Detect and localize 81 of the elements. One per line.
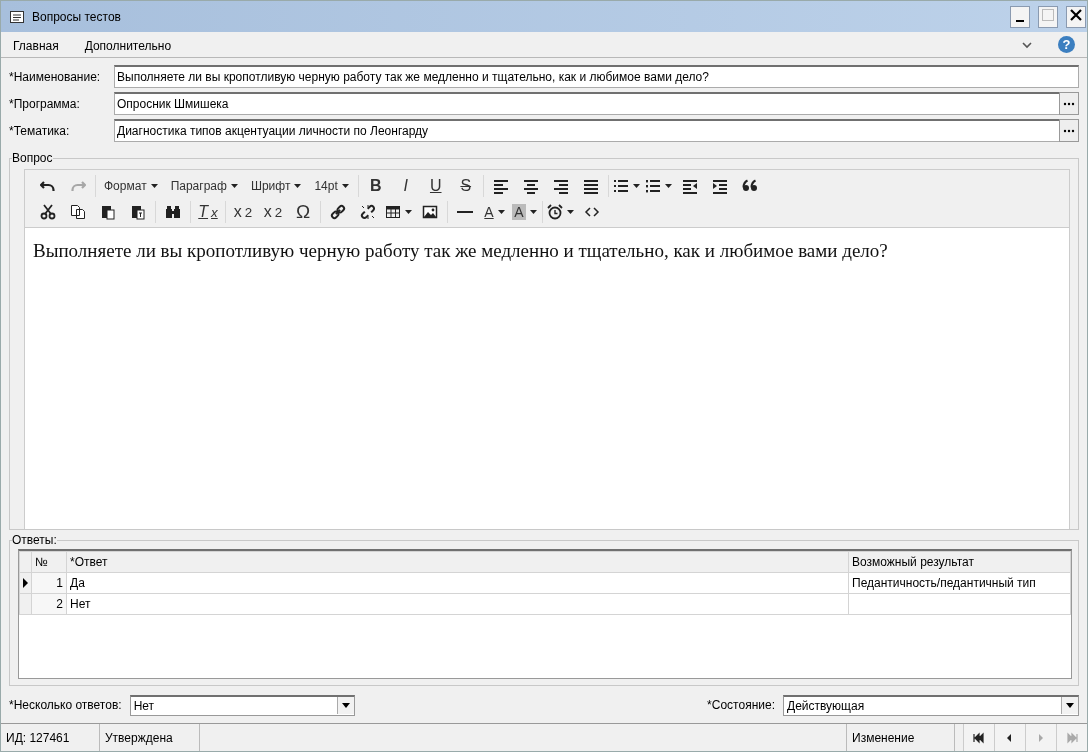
input-field[interactable]: Диагностика типов акцентуации личности по Леонгарду: [114, 119, 1059, 142]
undo-icon[interactable]: [40, 178, 56, 194]
caret-icon[interactable]: [293, 182, 303, 190]
close-button[interactable]: [1066, 5, 1086, 28]
field-label: *Наименование:: [9, 69, 102, 84]
caret-icon[interactable]: [340, 182, 350, 190]
window-title: Вопросы тестов: [32, 9, 122, 24]
blockquote-icon[interactable]: [741, 178, 758, 194]
minimize-button[interactable]: [1010, 5, 1030, 28]
justify-icon[interactable]: [582, 178, 599, 194]
minimize-icon: [1016, 19, 1024, 22]
scissors-icon[interactable]: [40, 204, 56, 220]
column-header[interactable]: Возможный результат: [848, 551, 1071, 573]
input-field[interactable]: Опросник Шмишека: [114, 92, 1059, 115]
help-button[interactable]: ?: [1058, 36, 1075, 53]
dropdown-arrow-icon: [1065, 702, 1075, 709]
column-header[interactable]: *Ответ: [66, 551, 849, 573]
close-icon: [1069, 7, 1083, 22]
align-center-icon[interactable]: [522, 178, 539, 194]
field-label: *Состояние:: [707, 698, 775, 712]
numbered-list-icon[interactable]: [644, 178, 661, 194]
field-label: *Тематика:: [9, 123, 71, 138]
field-label: *Программа:: [9, 96, 81, 111]
window-icon: [9, 8, 25, 25]
input-field[interactable]: Выполняете ли вы кропотливую черную работу так же медленно и тщательно, как и любимое вами дело?: [114, 65, 1079, 88]
alarm-clock-icon[interactable]: [547, 204, 563, 220]
browse-button[interactable]: [1059, 119, 1079, 142]
dropdown-field[interactable]: Нет: [129, 694, 355, 716]
copy-icon[interactable]: [70, 204, 86, 220]
caret-icon[interactable]: [528, 208, 538, 216]
dropdown-button[interactable]: 14pt: [308, 174, 356, 198]
record-id: ИД: 127461: [1, 724, 100, 751]
caret-icon[interactable]: [404, 208, 413, 216]
bullet-list-icon[interactable]: [612, 178, 629, 194]
dropdown-button[interactable]: Шрифт: [244, 174, 309, 198]
browse-button[interactable]: [1059, 92, 1079, 115]
underline-button[interactable]: U: [420, 174, 451, 198]
special-character-button[interactable]: Ω: [288, 200, 318, 224]
image-icon[interactable]: [422, 204, 438, 220]
align-left-icon[interactable]: [492, 178, 509, 194]
table-cell: Да: [66, 572, 849, 594]
chevron-down-icon[interactable]: [1022, 40, 1032, 49]
table-cell: Нет: [66, 593, 849, 615]
more-icon: [1063, 101, 1075, 106]
caret-icon[interactable]: [566, 208, 575, 216]
maximize-button[interactable]: [1038, 5, 1058, 28]
table-cell: Педантичность/педантичный тип: [852, 576, 1036, 590]
paste-icon[interactable]: [100, 204, 116, 220]
align-right-icon[interactable]: [552, 178, 569, 194]
table-icon[interactable]: [385, 204, 401, 220]
question-text[interactable]: Выполняете ли вы кропотливую черную работу так же медленно и тщательно, как и любимое вами дело?: [25, 228, 1069, 274]
italic-button[interactable]: I: [390, 174, 421, 198]
dropdown-button[interactable]: Формат: [98, 174, 165, 198]
menu-tab[interactable]: Дополнительно: [84, 36, 172, 53]
binoculars-icon[interactable]: [165, 204, 181, 220]
paste-text-icon[interactable]: [130, 204, 146, 220]
caret-icon[interactable]: [631, 182, 641, 190]
caret-icon[interactable]: [663, 182, 673, 190]
caret-icon[interactable]: [229, 182, 239, 190]
unlink-icon[interactable]: [360, 204, 376, 220]
more-icon: [1063, 128, 1075, 133]
strikethrough-button[interactable]: S: [450, 174, 481, 198]
indent-icon[interactable]: [711, 178, 728, 194]
field-label: *Несколько ответов:: [9, 698, 122, 712]
record-status: Утверждена: [100, 724, 200, 751]
caret-icon[interactable]: [149, 182, 159, 190]
dropdown-arrow-icon: [340, 702, 351, 709]
maximize-icon: [1041, 7, 1055, 22]
outdent-icon[interactable]: [681, 178, 698, 194]
background-color-button[interactable]: A: [510, 200, 540, 224]
dropdown-field[interactable]: Действующая: [783, 694, 1079, 716]
menu-tab[interactable]: Главная: [13, 36, 59, 53]
group-title: Ответы:: [12, 533, 57, 547]
column-header[interactable]: №: [31, 551, 67, 573]
bold-button[interactable]: B: [360, 174, 391, 198]
link-icon[interactable]: [330, 204, 346, 220]
group-title: Вопрос: [12, 151, 53, 165]
edit-mode: Изменение: [847, 724, 955, 751]
text-color-button[interactable]: A: [480, 200, 510, 224]
dropdown-button[interactable]: Параграф: [164, 174, 245, 198]
caret-icon[interactable]: [496, 208, 506, 216]
